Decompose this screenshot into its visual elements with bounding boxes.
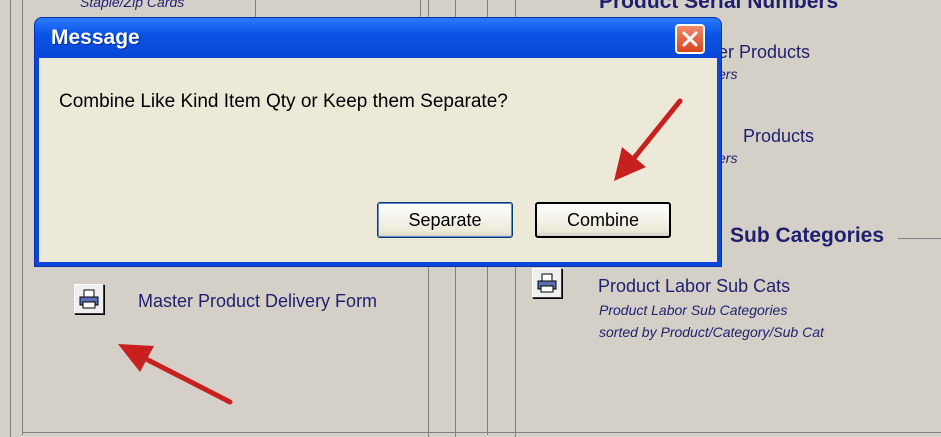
separate-button[interactable]: Separate: [377, 202, 513, 238]
dialog-message: Combine Like Kind Item Qty or Keep them …: [59, 91, 508, 112]
labor-sub-cats-desc: Product Labor Sub Categories: [599, 302, 788, 318]
combine-button[interactable]: Combine: [535, 202, 671, 238]
close-button[interactable]: [675, 24, 705, 54]
left-border: [10, 0, 11, 437]
serial-numbers-header: Product Serial Numbers: [599, 0, 839, 13]
report-item-label[interactable]: er Products: [718, 42, 810, 63]
labor-sub-cats-sort: sorted by Product/Category/Sub Cat: [599, 324, 824, 340]
sub-categories-header: Sub Categories: [730, 224, 885, 247]
top-divider: [255, 0, 256, 18]
printer-icon: [537, 273, 557, 293]
top-divider: [420, 0, 421, 18]
master-delivery-form-link[interactable]: Master Product Delivery Form: [138, 291, 377, 312]
annotation-arrow: [118, 344, 233, 405]
printer-icon: [79, 289, 99, 309]
print-labor-sub-cats-button[interactable]: [532, 268, 562, 298]
annotation-arrow: [614, 98, 683, 181]
labor-sub-cats-link[interactable]: Product Labor Sub Cats: [598, 276, 790, 297]
dialog-titlebar[interactable]: Message: [35, 18, 721, 58]
print-master-delivery-button[interactable]: [74, 284, 104, 314]
report-item-label[interactable]: Products: [743, 126, 814, 147]
top-left-label: Staple/Zip Cards: [80, 0, 185, 10]
dialog-title: Message: [51, 26, 140, 49]
bottom-border: [22, 432, 941, 433]
close-icon: [682, 31, 698, 47]
section-rule: [898, 238, 941, 239]
